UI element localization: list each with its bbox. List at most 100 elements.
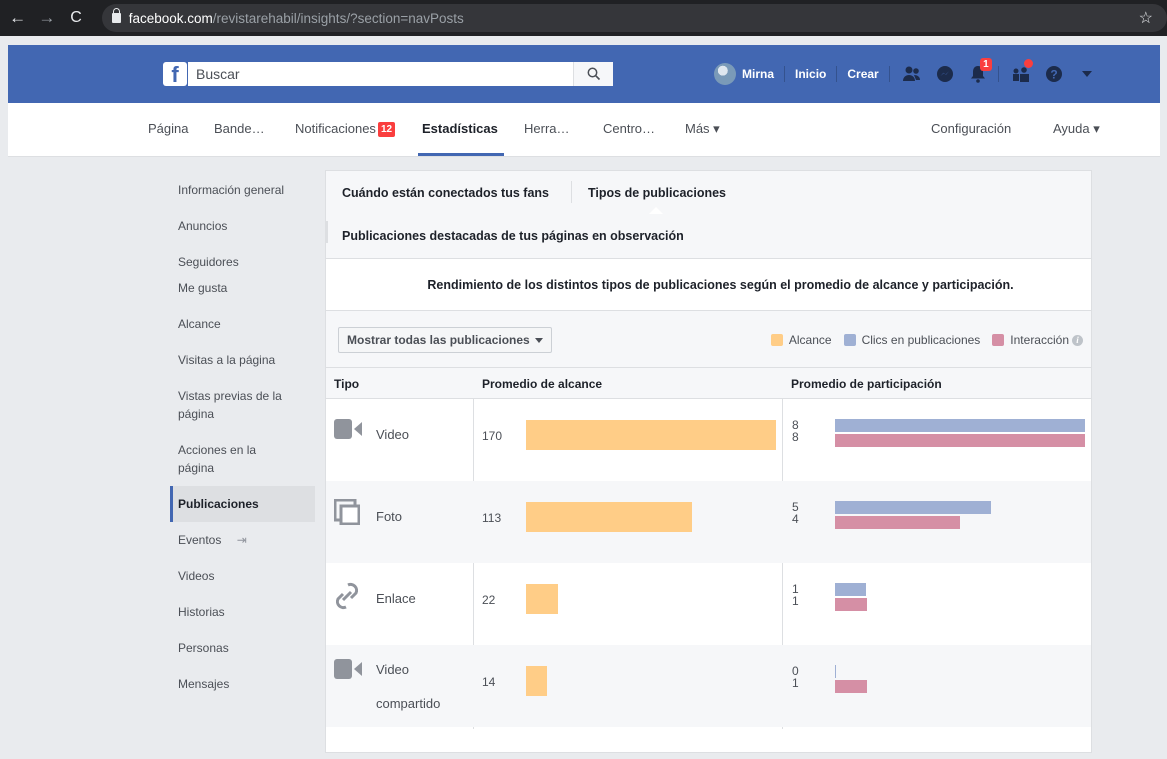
- facebook-logo-icon[interactable]: f: [163, 62, 187, 87]
- nav-notificaciones[interactable]: Notificaciones 12: [295, 121, 396, 137]
- facebook-top-bar: f Mirna Inicio Crear 1 ?: [8, 45, 1160, 103]
- tab-tipos-publicaciones[interactable]: Tipos de publicaciones: [588, 186, 726, 200]
- tab-cuando-conectados[interactable]: Cuándo están conectados tus fans: [342, 186, 549, 200]
- table-header: Tipo Promedio de alcance Promedio de par…: [326, 367, 1091, 399]
- reach-bar[interactable]: [526, 666, 547, 696]
- nav-bandeja[interactable]: Bande…: [214, 121, 265, 136]
- filters-bar: Mostrar todas las publicaciones Alcance …: [326, 311, 1091, 367]
- clicks-bar[interactable]: [835, 419, 1085, 432]
- table-body: Video 170 8 8 Foto 113 5 4 Enlace 22 1 1 Video compar…: [326, 399, 1091, 729]
- sidebar-item-visitas[interactable]: Visitas a la página: [170, 342, 315, 378]
- community-icon[interactable]: [1011, 59, 1033, 84]
- nav-ayuda[interactable]: Ayuda ▾: [1053, 121, 1100, 137]
- home-link[interactable]: Inicio: [795, 67, 826, 81]
- table-row: Enlace 22 1 1: [326, 563, 1091, 645]
- interaction-bar[interactable]: [835, 598, 867, 611]
- avatar[interactable]: [714, 63, 736, 85]
- reach-bar[interactable]: [526, 502, 692, 532]
- post-type-label: Enlace: [376, 591, 416, 606]
- interaction-bar[interactable]: [835, 516, 960, 529]
- reach-bar[interactable]: [526, 584, 558, 614]
- bookmark-star-icon[interactable]: ☆: [1139, 8, 1153, 28]
- sidebar-item-personas[interactable]: Personas: [170, 630, 315, 666]
- notifications-bell-icon[interactable]: 1: [968, 58, 992, 84]
- link-icon: [334, 581, 364, 611]
- engagement-values: 11: [792, 582, 799, 608]
- sidebar-item-seguidores[interactable]: Seguidores: [170, 244, 315, 275]
- sidebar-item-anuncios[interactable]: Anuncios: [170, 208, 315, 244]
- post-type-label: Video: [376, 427, 410, 442]
- tab-publicaciones-destacadas[interactable]: Publicaciones destacadas de tus páginas …: [342, 229, 684, 243]
- post-type-label: Foto: [376, 509, 403, 524]
- interaction-bar[interactable]: [835, 680, 867, 693]
- post-filter-label: Mostrar todas las publicaciones: [347, 333, 530, 347]
- lock-icon: [111, 8, 121, 23]
- address-bar[interactable]: facebook.com /revistarehabil/insights/?s…: [101, 4, 1167, 32]
- nav-notificaciones-label: Notificaciones: [295, 121, 376, 136]
- legend-reach-label: Alcance: [788, 333, 832, 347]
- sidebar-item-historias[interactable]: Historias: [170, 594, 315, 630]
- search-input[interactable]: [188, 63, 568, 85]
- reach-value: 170: [482, 429, 503, 443]
- create-link[interactable]: Crear: [847, 67, 878, 81]
- svg-text:?: ?: [1050, 68, 1057, 82]
- photo-icon: [333, 498, 364, 529]
- sidebar-item-videos[interactable]: Videos: [170, 558, 315, 594]
- interaction-bar[interactable]: [835, 434, 1085, 447]
- section-description: Rendimiento de los distintos tipos de pu…: [326, 259, 1091, 311]
- profile-link[interactable]: Mirna: [742, 67, 774, 81]
- help-icon[interactable]: ?: [1044, 64, 1064, 84]
- sidebar-item-alcance[interactable]: Alcance: [170, 306, 315, 342]
- page-nav-bar: Página Bande… Notificaciones 12 Estadísti…: [8, 103, 1160, 157]
- external-link-icon: ⇥: [236, 533, 247, 547]
- forward-arrow-icon[interactable]: →: [35, 8, 58, 28]
- sidebar-item-mensajes[interactable]: Mensajes: [170, 666, 315, 702]
- sidebar-item-informacion-general[interactable]: Información general: [170, 172, 315, 208]
- reach-value: 22: [482, 593, 496, 607]
- video-camera-icon: [334, 417, 364, 447]
- community-dot-badge: [1023, 59, 1033, 68]
- header-promedio-alcance: Promedio de alcance: [482, 377, 603, 391]
- notifications-badge: 1: [980, 58, 992, 71]
- legend-interaction-label: Interacción: [1010, 333, 1069, 347]
- clicks-bar[interactable]: [835, 583, 866, 596]
- post-filter-dropdown[interactable]: Mostrar todas las publicaciones: [338, 327, 552, 353]
- sidebar-item-publicaciones[interactable]: Publicaciones: [170, 486, 315, 522]
- notifications-count-badge: 12: [377, 122, 396, 137]
- reach-value: 113: [482, 511, 502, 525]
- back-arrow-icon[interactable]: ←: [6, 8, 29, 28]
- sidebar-item-me-gusta[interactable]: Me gusta: [170, 275, 315, 306]
- nav-configuracion[interactable]: Configuración: [931, 121, 1011, 136]
- reach-bar[interactable]: [526, 420, 776, 450]
- nav-mas[interactable]: Más ▾: [685, 121, 720, 137]
- friend-requests-icon[interactable]: [902, 64, 922, 84]
- legend-swatch-clicks: [843, 334, 856, 346]
- account-menu-chevron-down-icon[interactable]: [1077, 64, 1097, 84]
- divider: [997, 66, 999, 82]
- chevron-down-icon: [534, 337, 543, 343]
- active-tab-caret: [649, 207, 663, 214]
- divider: [784, 66, 786, 82]
- nav-pagina[interactable]: Página: [148, 121, 188, 136]
- nav-centro[interactable]: Centro…: [603, 121, 655, 136]
- post-type-label: Video compartido: [376, 662, 441, 711]
- sidebar-item-vistas-previas[interactable]: Vistas previas de la página: [170, 378, 290, 432]
- nav-herramientas[interactable]: Herra…: [524, 121, 570, 136]
- table-row: Video compartido 14 0 1: [326, 645, 1091, 727]
- sidebar-item-acciones[interactable]: Acciones en la página: [170, 432, 270, 486]
- browser-toolbar: ← → C facebook.com /revistarehabil/insig…: [0, 0, 1167, 36]
- messenger-icon[interactable]: [935, 64, 955, 84]
- search-icon: [587, 67, 600, 81]
- header-promedio-participacion: Promedio de participación: [791, 377, 942, 391]
- nav-estadisticas[interactable]: Estadísticas: [422, 121, 498, 136]
- search-button[interactable]: [573, 62, 613, 86]
- table-row: Foto 113 5 4: [326, 481, 1091, 563]
- sidebar-item-eventos[interactable]: Eventos ⇥: [170, 522, 315, 558]
- reload-icon[interactable]: C: [64, 9, 87, 27]
- sidebar-item-eventos-label: Eventos: [178, 533, 222, 547]
- info-icon[interactable]: i: [1072, 334, 1083, 346]
- legend-swatch-reach: [770, 334, 783, 346]
- clicks-bar[interactable]: [835, 665, 836, 678]
- engagement-values: 54: [792, 500, 799, 526]
- clicks-bar[interactable]: [835, 501, 991, 514]
